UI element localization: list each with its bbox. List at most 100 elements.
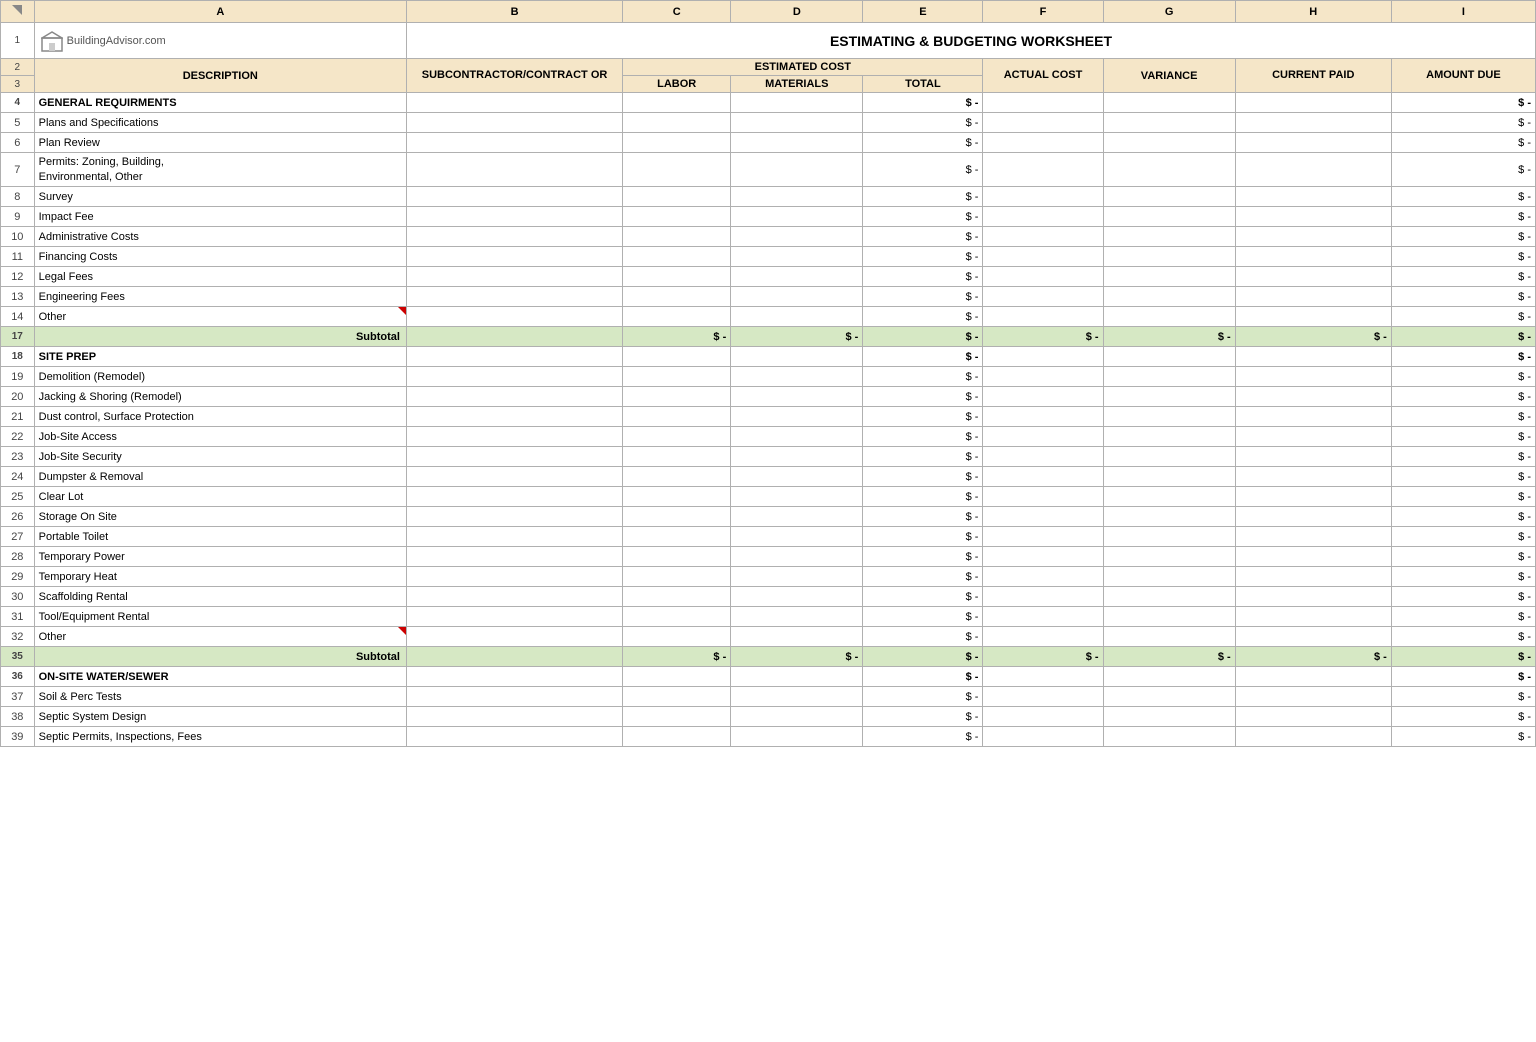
actual-cost-cell[interactable] xyxy=(983,267,1103,287)
variance-cell[interactable] xyxy=(1103,727,1235,747)
labor-cell[interactable] xyxy=(623,287,731,307)
actual-cost-cell[interactable] xyxy=(983,307,1103,327)
total-cell[interactable]: $ - xyxy=(863,307,983,327)
col-b-header[interactable]: B xyxy=(406,1,622,23)
labor-cell[interactable] xyxy=(623,347,731,367)
total-cell[interactable]: $ - xyxy=(863,93,983,113)
current-paid-cell[interactable] xyxy=(1235,527,1391,547)
materials-cell[interactable] xyxy=(731,227,863,247)
row-label[interactable]: Financing Costs xyxy=(34,247,406,267)
subcontractor-cell[interactable] xyxy=(406,687,622,707)
actual-cost-cell[interactable] xyxy=(983,93,1103,113)
current-paid-cell[interactable] xyxy=(1235,93,1391,113)
current-paid-cell[interactable] xyxy=(1235,247,1391,267)
labor-cell[interactable] xyxy=(623,507,731,527)
amount-due-cell[interactable]: $ - xyxy=(1391,407,1535,427)
subcontractor-cell[interactable] xyxy=(406,187,622,207)
total-cell[interactable]: $ - xyxy=(863,287,983,307)
current-paid-cell[interactable] xyxy=(1235,207,1391,227)
amount-due-cell[interactable]: $ - xyxy=(1391,113,1535,133)
current-paid-cell[interactable] xyxy=(1235,447,1391,467)
row-label[interactable]: Dust control, Surface Protection xyxy=(34,407,406,427)
subcontractor-cell[interactable] xyxy=(406,587,622,607)
subcontractor-cell[interactable] xyxy=(406,447,622,467)
labor-cell[interactable] xyxy=(623,567,731,587)
current-paid-cell[interactable] xyxy=(1235,467,1391,487)
variance-cell[interactable] xyxy=(1103,207,1235,227)
actual-cost-cell[interactable] xyxy=(983,153,1103,187)
materials-cell[interactable] xyxy=(731,347,863,367)
amount-due-cell[interactable]: $ - xyxy=(1391,187,1535,207)
materials-cell[interactable] xyxy=(731,607,863,627)
amount-due-cell[interactable]: $ - xyxy=(1391,347,1535,367)
variance-cell[interactable] xyxy=(1103,567,1235,587)
total-cell[interactable]: $ - xyxy=(863,207,983,227)
total-cell[interactable]: $ - xyxy=(863,527,983,547)
row-label[interactable]: ON-SITE WATER/SEWER xyxy=(34,667,406,687)
current-paid-cell[interactable] xyxy=(1235,133,1391,153)
variance-cell[interactable] xyxy=(1103,133,1235,153)
variance-cell[interactable] xyxy=(1103,93,1235,113)
row-label[interactable]: Other xyxy=(34,307,406,327)
labor-cell[interactable] xyxy=(623,307,731,327)
materials-cell[interactable] xyxy=(731,407,863,427)
row-label[interactable]: Septic Permits, Inspections, Fees xyxy=(34,727,406,747)
row-label[interactable]: Temporary Heat xyxy=(34,567,406,587)
row-label[interactable]: Septic System Design xyxy=(34,707,406,727)
subcontractor-cell[interactable] xyxy=(406,507,622,527)
labor-cell[interactable] xyxy=(623,707,731,727)
subcontractor-cell[interactable] xyxy=(406,467,622,487)
labor-cell[interactable] xyxy=(623,153,731,187)
subcontractor-cell[interactable] xyxy=(406,527,622,547)
actual-cost-cell[interactable] xyxy=(983,407,1103,427)
materials-cell[interactable] xyxy=(731,587,863,607)
labor-cell[interactable] xyxy=(623,387,731,407)
amount-due-cell[interactable]: $ - xyxy=(1391,227,1535,247)
total-cell[interactable]: $ - xyxy=(863,587,983,607)
amount-due-cell[interactable]: $ - xyxy=(1391,727,1535,747)
current-paid-cell[interactable] xyxy=(1235,427,1391,447)
labor-cell[interactable] xyxy=(623,667,731,687)
actual-cost-cell[interactable]: $ - xyxy=(983,327,1103,347)
labor-cell[interactable] xyxy=(623,187,731,207)
labor-cell[interactable] xyxy=(623,367,731,387)
labor-cell[interactable] xyxy=(623,687,731,707)
labor-cell[interactable] xyxy=(623,267,731,287)
amount-due-cell[interactable]: $ - xyxy=(1391,707,1535,727)
subcontractor-cell[interactable] xyxy=(406,287,622,307)
total-cell[interactable]: $ - xyxy=(863,247,983,267)
current-paid-cell[interactable] xyxy=(1235,587,1391,607)
materials-cell[interactable] xyxy=(731,307,863,327)
total-cell[interactable]: $ - xyxy=(863,547,983,567)
actual-cost-cell[interactable] xyxy=(983,567,1103,587)
materials-cell[interactable] xyxy=(731,247,863,267)
materials-cell[interactable] xyxy=(731,187,863,207)
current-paid-cell[interactable]: $ - xyxy=(1235,647,1391,667)
actual-cost-cell[interactable] xyxy=(983,507,1103,527)
actual-cost-cell[interactable] xyxy=(983,527,1103,547)
labor-cell[interactable] xyxy=(623,587,731,607)
variance-cell[interactable] xyxy=(1103,267,1235,287)
current-paid-cell[interactable] xyxy=(1235,667,1391,687)
total-cell[interactable]: $ - xyxy=(863,227,983,247)
amount-due-cell[interactable]: $ - xyxy=(1391,133,1535,153)
labor-cell[interactable] xyxy=(623,247,731,267)
actual-cost-cell[interactable] xyxy=(983,447,1103,467)
current-paid-cell[interactable] xyxy=(1235,507,1391,527)
subcontractor-cell[interactable] xyxy=(406,347,622,367)
labor-cell[interactable] xyxy=(623,407,731,427)
materials-cell[interactable] xyxy=(731,467,863,487)
materials-cell[interactable] xyxy=(731,287,863,307)
total-cell[interactable]: $ - xyxy=(863,113,983,133)
amount-due-cell[interactable]: $ - xyxy=(1391,467,1535,487)
actual-cost-cell[interactable] xyxy=(983,607,1103,627)
variance-cell[interactable] xyxy=(1103,487,1235,507)
actual-cost-cell[interactable] xyxy=(983,247,1103,267)
materials-cell[interactable] xyxy=(731,133,863,153)
row-label[interactable]: Demolition (Remodel) xyxy=(34,367,406,387)
row-label[interactable]: Subtotal xyxy=(34,647,406,667)
amount-due-cell[interactable]: $ - xyxy=(1391,153,1535,187)
total-cell[interactable]: $ - xyxy=(863,133,983,153)
row-label[interactable]: Job-Site Access xyxy=(34,427,406,447)
variance-cell[interactable] xyxy=(1103,427,1235,447)
